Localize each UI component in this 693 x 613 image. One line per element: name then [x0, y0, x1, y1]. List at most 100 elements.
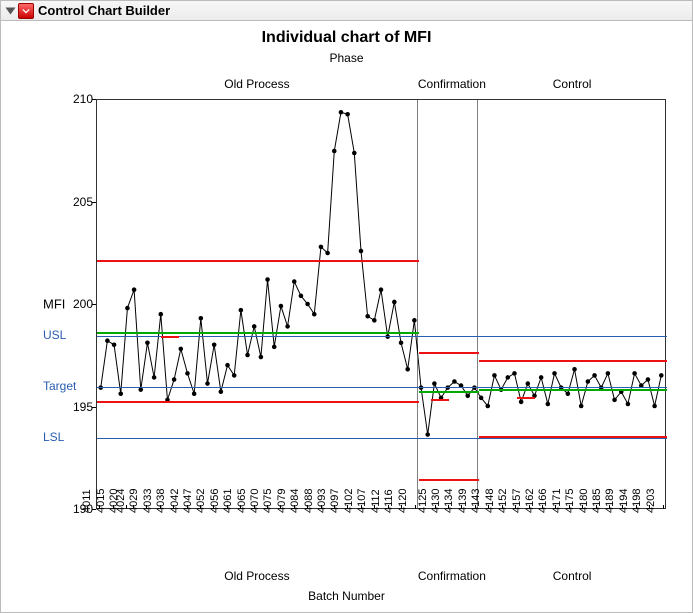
x-tick-label: 4171: [551, 489, 563, 513]
y-tick-label: 205: [71, 195, 93, 209]
x-tick-label: 4079: [276, 489, 288, 513]
phase-footer: Confirmation: [418, 569, 478, 583]
x-tick-label: 4065: [236, 489, 248, 513]
x-tick-label: 4038: [155, 489, 167, 513]
data-point: [125, 306, 130, 311]
x-tick-label: 4088: [303, 489, 315, 513]
data-point: [365, 314, 370, 319]
data-point: [659, 373, 664, 378]
data-point: [512, 371, 517, 376]
x-tick-label: 4143: [470, 489, 482, 513]
phase-header-row: Old ProcessConfirmationControl: [1, 77, 692, 95]
data-point: [405, 367, 410, 372]
data-point: [352, 151, 357, 156]
x-tick-label: 4116: [383, 489, 395, 513]
data-point: [612, 398, 617, 403]
data-point: [345, 112, 350, 117]
x-tick-label: 4093: [316, 489, 328, 513]
limit-line-lcl: [419, 479, 479, 481]
data-point: [199, 316, 204, 321]
data-point: [586, 379, 591, 384]
panel-title: Control Chart Builder: [38, 3, 170, 18]
data-point: [432, 381, 437, 386]
y-tick-label: 195: [71, 400, 93, 414]
phase-header: Confirmation: [418, 77, 478, 91]
x-tick-label: 4033: [142, 489, 154, 513]
x-axis-title: Batch Number: [1, 589, 692, 603]
data-point: [105, 338, 110, 343]
limit-line-ucl: [419, 352, 479, 354]
x-tick-label: 4185: [591, 489, 603, 513]
data-point: [252, 324, 257, 329]
data-point: [205, 381, 210, 386]
data-point: [172, 377, 177, 382]
data-point: [572, 367, 577, 372]
data-point: [319, 245, 324, 250]
limit-line-lcl: [479, 436, 667, 438]
x-tick-label: 4180: [578, 489, 590, 513]
data-point: [292, 279, 297, 284]
x-tick-label: 4166: [537, 489, 549, 513]
data-point: [272, 345, 277, 350]
x-tick-label: 4130: [430, 489, 442, 513]
panel: Control Chart Builder Individual chart o…: [0, 0, 693, 613]
data-point: [279, 304, 284, 309]
x-tick-label: 4175: [564, 489, 576, 513]
spec-label-target: Target: [43, 379, 76, 393]
x-tick-label: 4194: [618, 489, 630, 513]
x-tick-label: 4015: [95, 489, 107, 513]
data-point: [506, 375, 511, 380]
data-point: [299, 294, 304, 299]
data-point: [412, 318, 417, 323]
x-tick-label: 4029: [128, 489, 140, 513]
data-point: [526, 381, 531, 386]
data-point: [479, 396, 484, 401]
x-tick-label: 4152: [497, 489, 509, 513]
data-point: [399, 340, 404, 345]
x-tick-label: 4162: [524, 489, 536, 513]
x-tick-label: 4011: [81, 489, 93, 513]
data-point: [519, 400, 524, 405]
data-point: [492, 373, 497, 378]
data-point: [339, 110, 344, 115]
options-button[interactable]: [18, 3, 34, 19]
data-point: [179, 347, 184, 352]
x-tick-label: 4139: [457, 489, 469, 513]
data-point: [632, 371, 637, 376]
x-tick-label: 4075: [262, 489, 274, 513]
y-tick-label: 200: [71, 297, 93, 311]
x-tick-label: 4047: [182, 489, 194, 513]
chart-title: Individual chart of MFI: [1, 21, 692, 47]
limit-line-cl: [479, 389, 667, 391]
limit-line-cl: [97, 332, 419, 334]
x-tick-label: 4148: [484, 489, 496, 513]
spec-label-usl: USL: [43, 328, 66, 342]
phase-axis-title: Phase: [1, 47, 692, 65]
data-point: [592, 373, 597, 378]
data-point: [646, 377, 651, 382]
x-tick-label: 4061: [222, 489, 234, 513]
data-point: [425, 432, 430, 437]
limit-line-cl: [419, 391, 479, 393]
data-point: [192, 391, 197, 396]
data-point: [245, 353, 250, 358]
chart-area: Individual chart of MFI Phase Old Proces…: [1, 21, 692, 612]
panel-header: Control Chart Builder: [1, 1, 692, 21]
data-point: [232, 373, 237, 378]
data-point: [552, 371, 557, 376]
phase-footer: Control: [478, 569, 666, 583]
data-point: [152, 375, 157, 380]
x-tick-label: 4134: [443, 489, 455, 513]
x-tick-label: 4112: [370, 489, 382, 513]
disclose-icon[interactable]: [6, 7, 16, 14]
phase-avg-tick: [161, 336, 179, 338]
data-point: [465, 394, 470, 399]
data-point: [118, 391, 123, 396]
data-point: [332, 149, 337, 154]
x-tick-label: 4084: [289, 489, 301, 513]
data-point: [285, 324, 290, 329]
data-point: [652, 404, 657, 409]
data-point: [539, 375, 544, 380]
x-tick-label: 4198: [631, 489, 643, 513]
data-point: [379, 287, 384, 292]
